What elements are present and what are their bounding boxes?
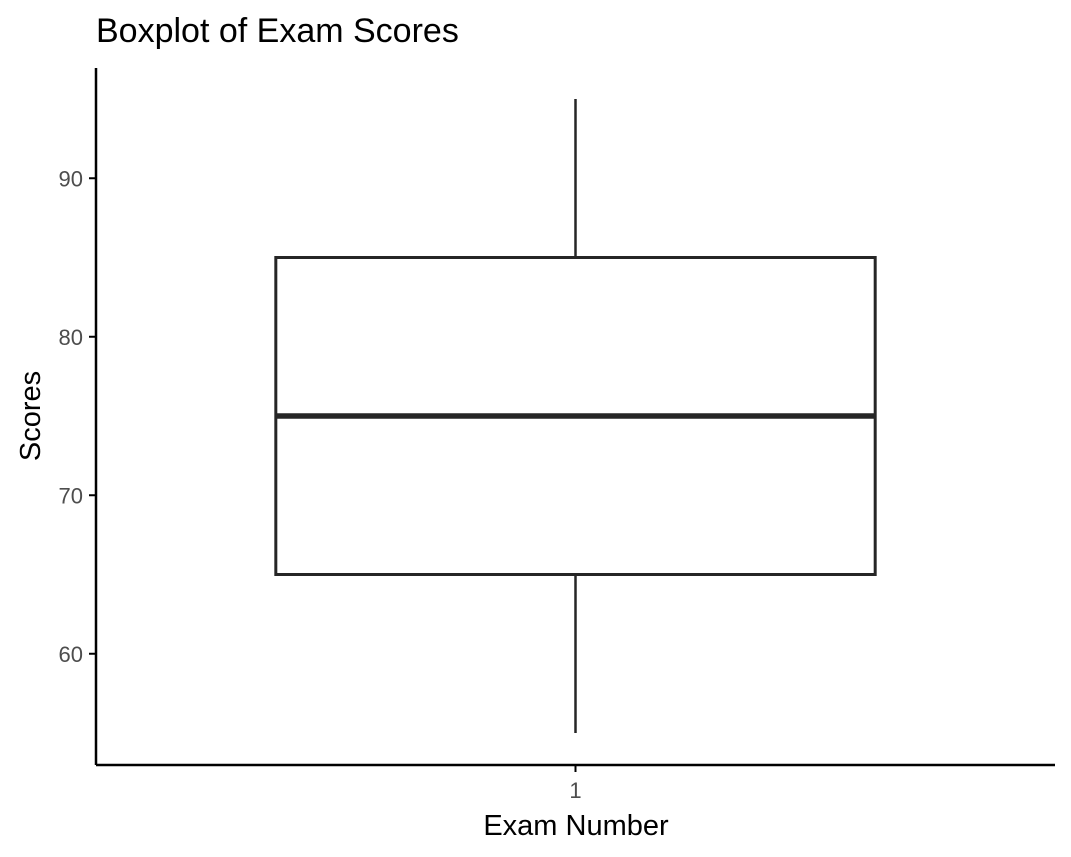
plot-area: 60 70 80 90 1 <box>59 68 1055 803</box>
y-tick-label: 70 <box>59 483 83 508</box>
y-tick-label: 60 <box>59 642 83 667</box>
chart-title: Boxplot of Exam Scores <box>96 12 459 50</box>
boxplot-chart: Boxplot of Exam Scores Exam Number Score… <box>15 12 1055 842</box>
y-tick-label: 90 <box>59 166 83 191</box>
y-axis-title: Scores <box>15 371 47 461</box>
x-axis-title: Exam Number <box>483 810 669 842</box>
x-tick-label: 1 <box>569 778 581 803</box>
y-tick-label: 80 <box>59 325 83 350</box>
